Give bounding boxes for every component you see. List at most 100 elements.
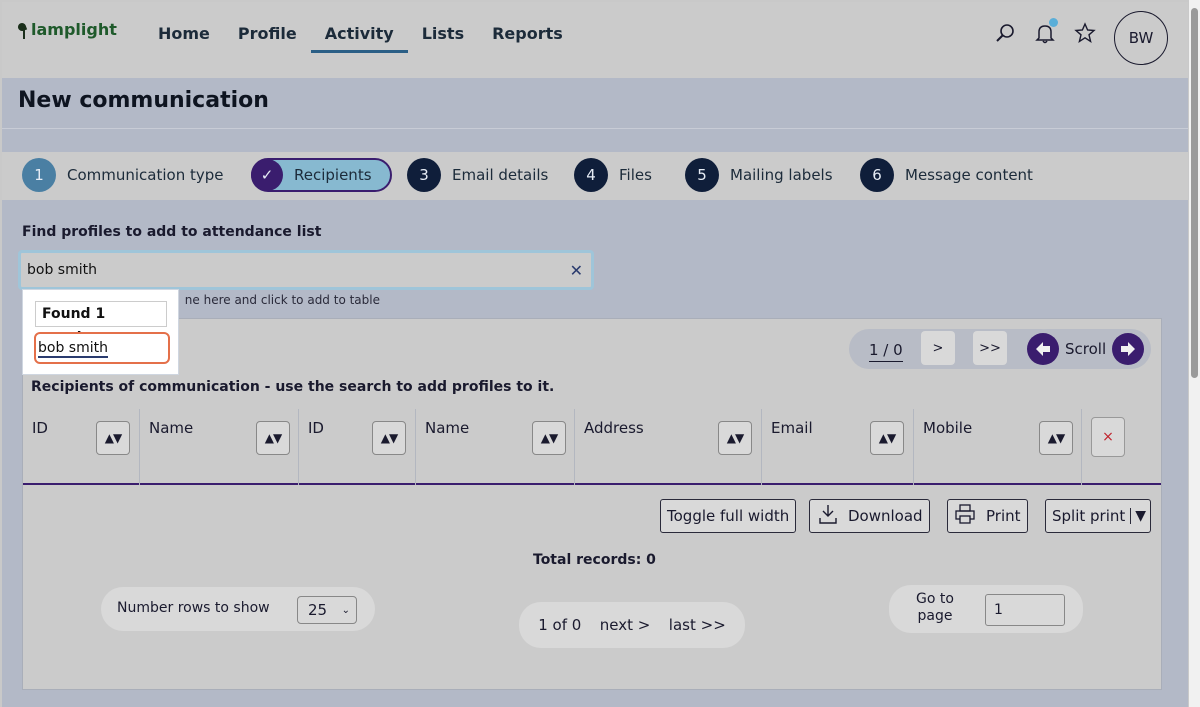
sort-icon[interactable]: ▲▼ [1039,421,1073,455]
sort-icon[interactable]: ▲▼ [532,421,566,455]
column-label: Name [425,419,470,437]
avatar[interactable]: BW [1114,11,1168,65]
logo[interactable]: lamplight [18,20,117,39]
bell-icon[interactable] [1032,18,1058,46]
scroll-label: Scroll [1065,340,1107,358]
nav-reports[interactable]: Reports [478,24,577,54]
nav-home[interactable]: Home [158,24,224,54]
next-link[interactable]: next > [600,616,651,634]
button-label: Print [986,507,1021,525]
column-address: Address ▲▼ [575,409,762,485]
column-id: ID ▲▼ [23,409,140,485]
page-title: New communication [18,88,269,113]
scroll-left-icon[interactable] [1027,333,1059,365]
page-indicator: 1 / 0 [869,341,903,362]
last-page-button[interactable]: >> [973,331,1007,365]
button-label: Split print [1052,507,1126,525]
scroll-right-icon[interactable] [1112,333,1145,365]
nav-profile[interactable]: Profile [224,24,311,54]
step-mailing-labels[interactable]: 5 Mailing labels [685,158,833,192]
step-number: 3 [407,158,441,192]
sort-icon[interactable]: ▲▼ [870,421,904,455]
step-recipients[interactable]: ✓ Recipients [251,158,392,192]
column-mobile: Mobile ▲▼ [914,409,1082,485]
total-records: Total records: 0 [533,552,656,568]
search-icon[interactable] [992,20,1018,46]
rows-value: 25 [308,601,328,619]
results-count: Found 1 results. [35,301,167,346]
delete-column-button[interactable]: × [1091,417,1125,457]
step-number: 4 [574,158,608,192]
sort-icon[interactable]: ▲▼ [96,421,130,455]
search-box: ✕ [18,250,594,290]
go-to-page: Go to page 1 [889,585,1083,633]
divider [2,128,1188,129]
table-caption: Recipients of communication - use the se… [31,379,555,395]
nav-lists[interactable]: Lists [408,24,478,54]
download-icon [818,503,838,529]
step-label: Files [619,166,652,184]
sort-icon[interactable]: ▲▼ [718,421,752,455]
rows-select[interactable]: 25 ⌄ [297,596,357,624]
next-page-button[interactable]: > [921,331,955,365]
page-of: 1 of 0 [538,616,582,634]
column-id-2: ID ▲▼ [299,409,416,485]
print-button[interactable]: Print [947,499,1028,533]
result-label: bob smith [38,340,108,358]
step-label: Message content [905,166,1033,184]
result-item[interactable]: bob smith [34,332,170,364]
main-nav: Home Profile Activity Lists Reports [158,24,577,54]
step-email-details[interactable]: 3 Email details [407,158,548,192]
scroll-control: Scroll [1027,329,1151,369]
find-profiles-label: Find profiles to add to attendance list [22,224,322,240]
column-label: ID [308,419,324,437]
sort-icon[interactable]: ▲▼ [256,421,290,455]
rows-label: Number rows to show [117,600,270,616]
nav-activity[interactable]: Activity [310,24,408,53]
column-label: Address [584,419,644,437]
step-number: 5 [685,158,719,192]
button-label: Toggle full width [667,507,790,525]
goto-label: Go to page [916,591,954,624]
clear-icon[interactable]: ✕ [570,261,583,280]
toggle-full-width-button[interactable]: Toggle full width [660,499,797,533]
column-name: Name ▲▼ [140,409,299,485]
search-input[interactable] [27,259,547,281]
chevron-down-icon: ⌄ [341,605,350,616]
top-bar: lamplight Home Profile Activity Lists Re… [2,2,1188,78]
column-name-2: Name ▲▼ [416,409,575,485]
table-header: ID ▲▼ Name ▲▼ ID ▲▼ Name ▲▼ Address ▲▼ E… [23,409,1161,485]
step-bar: 1 Communication type ✓ Recipients 3 Emai… [2,152,1188,200]
printer-icon [954,503,976,529]
step-files[interactable]: 4 Files [574,158,652,192]
column-label: Name [149,419,194,437]
lamp-icon [18,23,28,39]
step-number: 1 [22,158,56,192]
step-label: Email details [452,166,549,184]
column-email: Email ▲▼ [762,409,914,485]
last-link[interactable]: last >> [669,616,726,634]
search-results-dropdown: Found 1 results. bob smith [22,289,179,375]
logo-text: lamplight [31,20,117,39]
step-label: Communication type [67,166,224,184]
rows-to-show: Number rows to show 25 ⌄ [101,587,375,631]
top-icons [992,18,1098,46]
sort-icon[interactable]: ▲▼ [372,421,406,455]
split-dropdown-icon[interactable]: ▼ [1130,508,1150,524]
split-print-button[interactable]: Split print ▼ [1045,499,1152,533]
vertical-scrollbar[interactable] [1189,0,1200,707]
goto-input[interactable]: 1 [985,594,1065,626]
step-message-content[interactable]: 6 Message content [860,158,1033,192]
recipients-panel: 1 / 0 > >> Scroll Recipients of communic… [22,318,1162,690]
step-label: Mailing labels [730,166,833,184]
star-icon[interactable] [1072,20,1098,46]
download-button[interactable]: Download [809,499,930,533]
scrollbar-thumb[interactable] [1191,8,1198,378]
step-number: 6 [860,158,894,192]
step-label: Recipients [294,166,372,184]
notification-dot [1049,18,1058,27]
step-communication-type[interactable]: 1 Communication type [22,158,224,192]
column-label: Mobile [923,419,973,437]
button-label: Download [848,507,923,525]
check-icon: ✓ [251,159,283,191]
